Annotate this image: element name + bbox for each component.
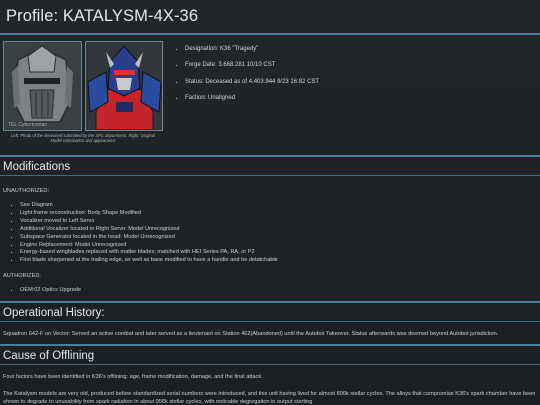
- profile-images: TEL Cybertronian Left: Photo of the dece…: [3, 41, 163, 155]
- modifications-body: UNAUTHORIZED: See Diagram Light frame re…: [0, 188, 540, 295]
- title-bar: Profile: KATALYSM-4X-36: [0, 0, 540, 33]
- photo-deceased[interactable]: TEL Cybertronian: [3, 41, 82, 131]
- list-item: Engine Replacement: Model Unrecognized: [20, 242, 537, 250]
- list-item: Light frame reconstruction: Body Shape M…: [20, 210, 537, 218]
- list-item: First blade sharpened at the trailing ed…: [20, 257, 537, 265]
- fact-faction: Faction: Unaligned: [185, 95, 319, 101]
- modifications-heading: Modifications: [3, 161, 71, 173]
- list-item: OEM:02 Optics Upgrade: [20, 287, 537, 295]
- list-item: Subspace Generator located in the head: …: [20, 234, 537, 242]
- list-item: Additional Vocalizer located in Right Se…: [20, 226, 537, 234]
- photo-watermark: TEL Cybertronian: [8, 122, 47, 128]
- modifications-divider: [0, 175, 540, 176]
- authorized-list: OEM:02 Optics Upgrade: [3, 287, 537, 295]
- offlining-intro: Four factors have been identified in K36…: [3, 374, 263, 381]
- profile-facts: Designation: K36 "Tragedy" Forge Date: 3…: [163, 41, 319, 155]
- color-head-illustration: [85, 42, 163, 130]
- fact-designation: Designation: K36 "Tragedy": [185, 46, 319, 52]
- unauthorized-list: See Diagram Light frame reconstruction: …: [3, 202, 537, 265]
- fact-status: Status: Deceased as of 4.403.944 9/23 16…: [185, 79, 319, 85]
- history-divider: [0, 321, 540, 323]
- fact-forge-date: Forge Date: 3.668.281 10/10 CST: [185, 62, 319, 68]
- unauthorized-label: UNAUTHORIZED:: [3, 188, 49, 194]
- history-text: Squadron 642-F on Vector: Served an acti…: [3, 331, 499, 338]
- offlining-divider: [0, 364, 540, 366]
- history-heading: Operational History:: [3, 307, 105, 320]
- profile-page: Profile: KATALYSM-4X-36 TEL Cybertronian…: [0, 0, 540, 405]
- offlining-body: Four factors have been identified in K36…: [0, 373, 540, 405]
- modifications-section: Modifications: [0, 157, 540, 175]
- list-item: Vocalizer moved to Left Servo: [20, 218, 537, 226]
- profile-summary: TEL Cybertronian Left: Photo of the dece…: [0, 35, 540, 155]
- grey-head-illustration: [4, 42, 81, 130]
- history-body: Squadron 642-F on Vector: Served an acti…: [0, 330, 540, 338]
- page-title: Profile: KATALYSM-4X-36: [6, 7, 199, 25]
- authorized-label: AUTHORIZED:: [3, 273, 41, 280]
- history-section: Operational History:: [0, 303, 540, 321]
- photo-original-model[interactable]: [84, 41, 163, 131]
- list-item: See Diagram: [20, 202, 537, 210]
- offlining-detail: The Katalysm models are very old, produc…: [3, 390, 536, 405]
- image-caption: Left: Photo of the deceased submitted by…: [10, 133, 156, 143]
- offlining-section: Cause of Offlining: [0, 346, 540, 364]
- offlining-heading: Cause of Offlining: [3, 350, 95, 363]
- list-item: Energy-based wingblades replaced with ma…: [20, 249, 537, 257]
